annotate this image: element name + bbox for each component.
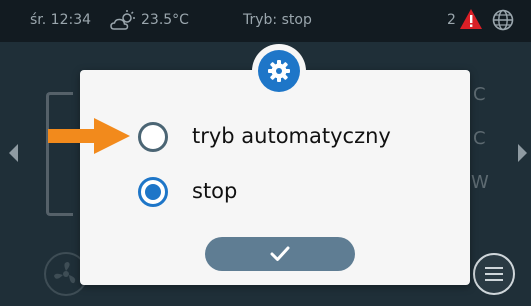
alarm-count: 2	[447, 12, 456, 28]
status-bar: śr. 12:34 23.5°C Tryb: stop 2	[0, 0, 531, 42]
background-device-outline	[46, 92, 73, 216]
gear-icon	[268, 60, 290, 82]
partly-cloudy-icon	[110, 9, 136, 33]
arrow-annotation-icon	[48, 118, 130, 154]
globe-icon[interactable]	[491, 8, 515, 32]
background-label: C	[473, 84, 486, 105]
background-label: W	[471, 172, 489, 193]
status-temperature: 23.5°C	[141, 12, 189, 28]
radio-automatic-mode[interactable]	[138, 122, 168, 152]
dialog-header-badge	[252, 44, 306, 98]
warning-icon[interactable]	[459, 8, 483, 30]
option-automatic-mode[interactable]: tryb automatyczny	[138, 122, 438, 162]
option-stop[interactable]: stop	[138, 177, 338, 217]
confirm-button[interactable]	[205, 237, 355, 271]
status-time: śr. 12:34	[30, 12, 92, 28]
radio-stop[interactable]	[138, 177, 168, 207]
chevron-left-icon[interactable]	[6, 142, 20, 164]
status-mode: Tryb: stop	[243, 12, 312, 28]
chevron-right-icon[interactable]	[516, 142, 530, 164]
option-label: stop	[192, 179, 238, 203]
option-label: tryb automatyczny	[192, 124, 391, 148]
check-icon	[270, 246, 290, 261]
menu-button[interactable]	[473, 253, 515, 295]
background-label: C	[473, 128, 486, 149]
